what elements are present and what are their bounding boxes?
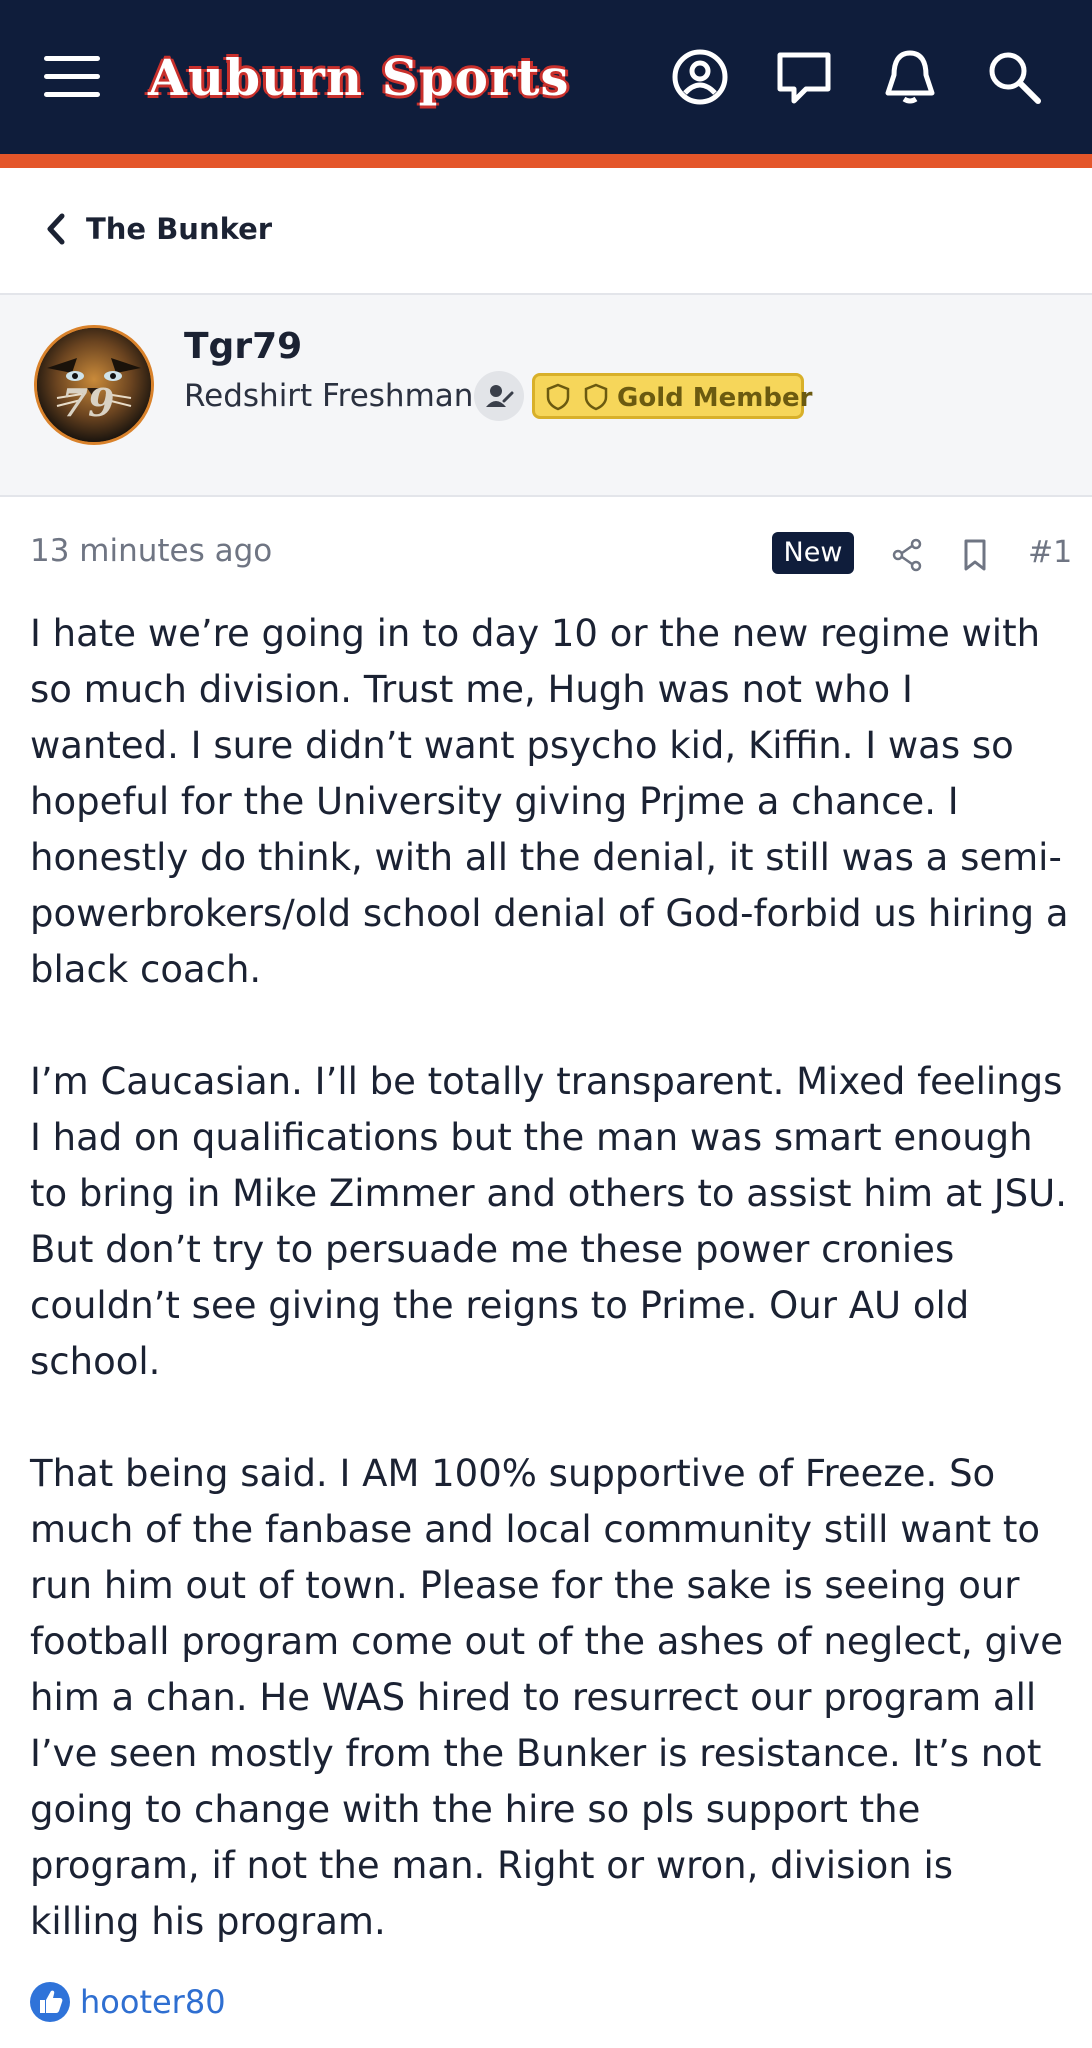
badge-label: Gold Member	[617, 383, 813, 413]
bookmark-icon[interactable]	[960, 538, 990, 572]
site-logo[interactable]: Auburn Sports	[148, 46, 570, 110]
post-paragraph: That being said. I AM 100% supportive of…	[30, 1452, 1063, 1943]
alerts-icon[interactable]	[880, 47, 940, 107]
author-username[interactable]: Tgr79	[184, 323, 302, 371]
like-icon	[30, 1982, 70, 2022]
menu-icon[interactable]	[44, 56, 100, 98]
breadcrumb-forum-link[interactable]: The Bunker	[86, 210, 272, 248]
post-body: I hate we’re going in to day 10 or the n…	[30, 606, 1070, 2006]
post-paragraph: I hate we’re going in to day 10 or the n…	[30, 612, 1069, 991]
chevron-left-icon	[47, 213, 65, 245]
new-post-badge: New	[772, 532, 854, 574]
shield-icon	[546, 383, 570, 411]
avatar-number: 79	[61, 380, 115, 425]
gold-member-badge: Gold Member	[532, 373, 812, 419]
shield-icon	[584, 383, 608, 411]
header-accent-stripe	[0, 154, 1092, 168]
top-navigation-bar: Auburn Sports	[0, 0, 1092, 154]
post-permalink-number[interactable]: #1	[1028, 532, 1072, 574]
member-role-icon	[474, 371, 524, 421]
search-icon[interactable]	[984, 47, 1044, 107]
author-title: Redshirt Freshman	[184, 378, 474, 414]
post-author-header: 79 Tgr79 Redshirt Freshman Gold Member	[0, 295, 1092, 497]
share-icon[interactable]	[890, 538, 924, 572]
account-icon[interactable]	[670, 47, 730, 107]
post-meta-row: 13 minutes ago New #1	[0, 520, 1092, 584]
post-timestamp[interactable]: 13 minutes ago	[30, 530, 272, 572]
reaction-user-link[interactable]: hooter80	[80, 1980, 226, 2024]
conversations-icon[interactable]	[774, 47, 834, 107]
breadcrumb[interactable]: The Bunker	[0, 168, 1092, 295]
post-paragraph: I’m Caucasian. I’ll be totally transpare…	[30, 1060, 1068, 1383]
